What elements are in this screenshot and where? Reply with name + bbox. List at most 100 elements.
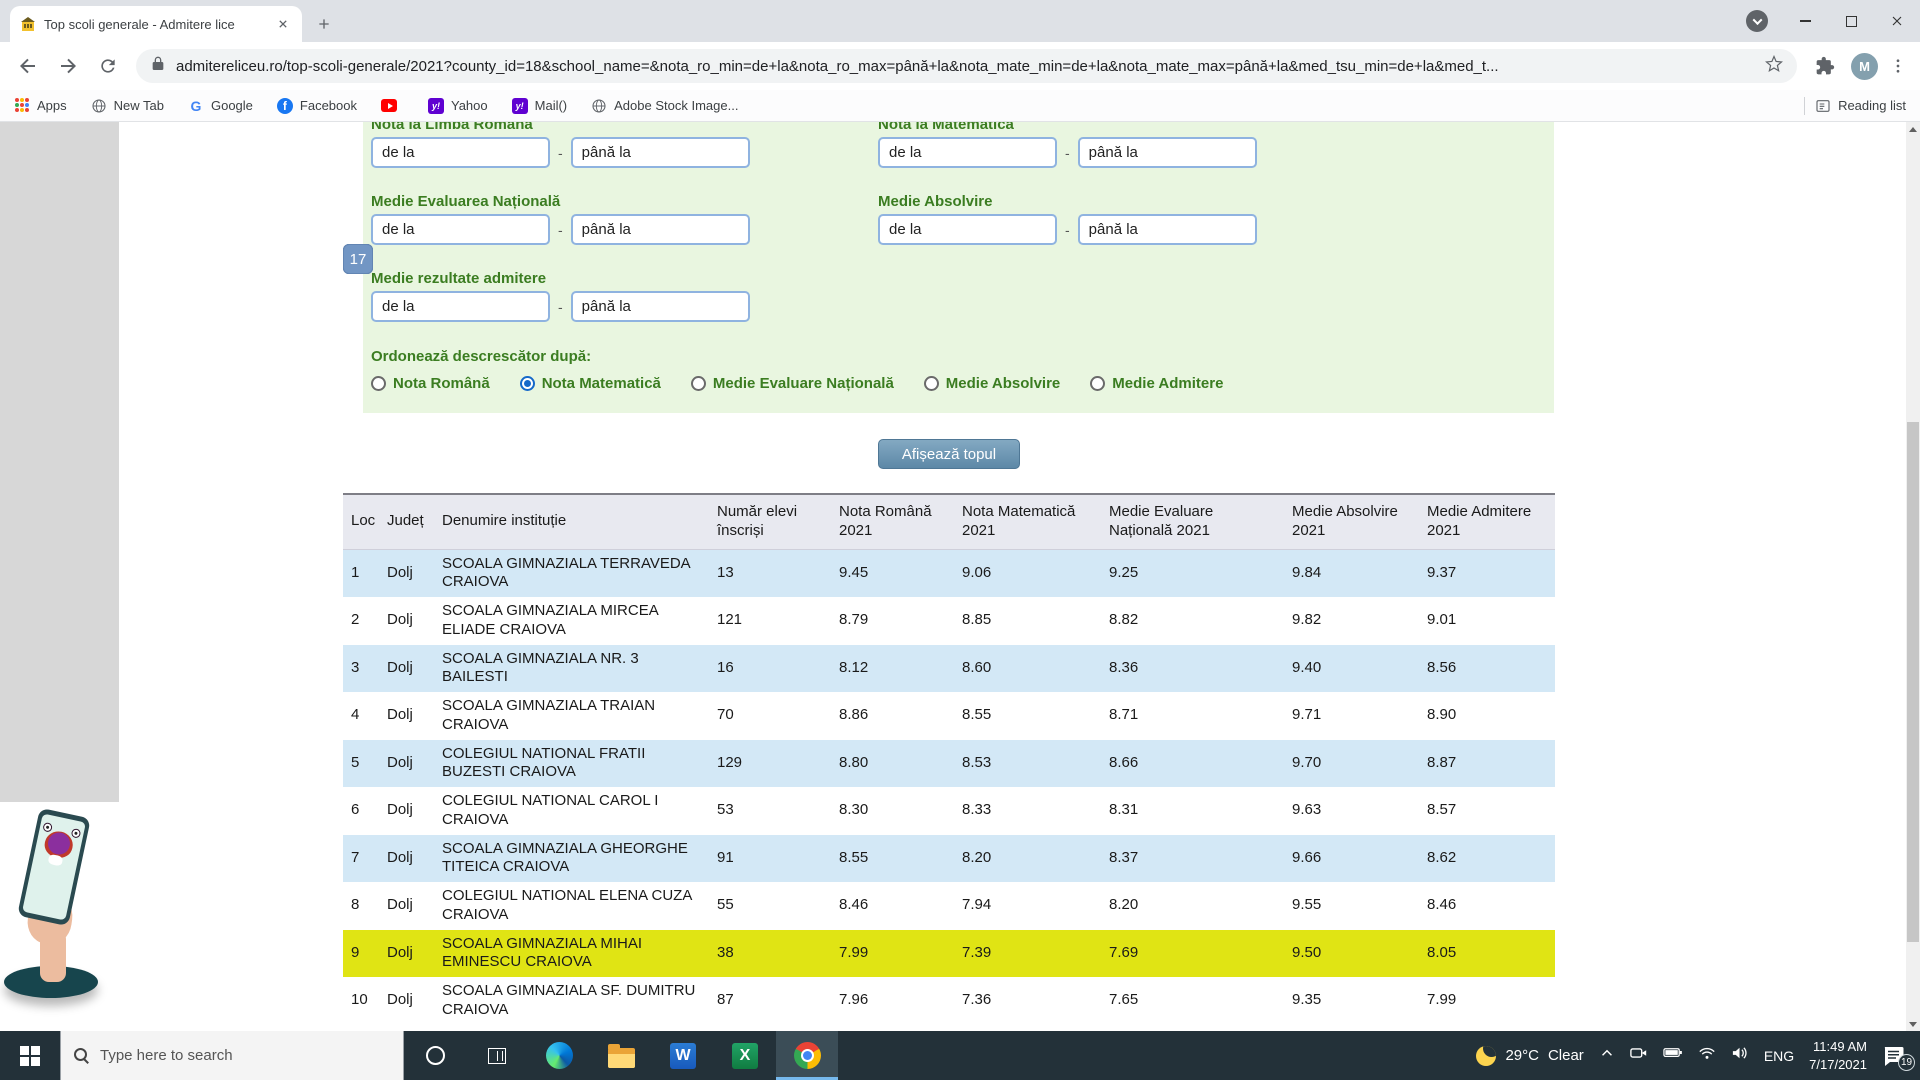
notification-center-button[interactable]: 19 xyxy=(1882,1045,1915,1071)
cortana-button[interactable] xyxy=(404,1031,466,1080)
medie-evaluare-max-input[interactable] xyxy=(570,214,750,245)
extensions-puzzle-icon[interactable] xyxy=(1805,46,1845,86)
close-button[interactable] xyxy=(1874,0,1920,42)
screen: Top scoli generale - Admitere lice admit… xyxy=(0,0,1920,1080)
nota-matematica-max-input[interactable] xyxy=(1077,137,1257,168)
browser-toolbar: admitereliceu.ro/top-scoli-generale/2021… xyxy=(0,42,1920,90)
word-icon: W xyxy=(670,1042,696,1069)
radio-icon xyxy=(1090,376,1106,391)
wifi-icon[interactable] xyxy=(1698,1044,1716,1067)
table-header-row: Loc Județ Denumire instituție Număr elev… xyxy=(343,493,1555,550)
sort-option-medie-absolvire[interactable]: Medie Absolvire xyxy=(923,375,1060,392)
address-bar[interactable]: admitereliceu.ro/top-scoli-generale/2021… xyxy=(136,49,1797,83)
youtube-icon xyxy=(381,98,397,114)
search-placeholder: Type here to search xyxy=(100,1047,233,1064)
scroll-down-icon[interactable] xyxy=(1906,1017,1920,1031)
filter-row-nota: Nota la Limba Română - Nota la Matematic… xyxy=(371,122,1546,168)
taskbar-search[interactable]: Type here to search xyxy=(60,1031,404,1080)
assistant-widget[interactable] xyxy=(4,807,100,1010)
weather-temp: 29°C xyxy=(1505,1047,1539,1064)
sort-option-nota-romana[interactable]: Nota Română xyxy=(371,375,490,392)
filter-label-nota-romana: Nota la Limba Română xyxy=(371,122,533,133)
nota-matematica-min-input[interactable] xyxy=(878,137,1057,168)
table-row: 5 Dolj COLEGIUL NATIONAL FRATII BUZESTI CR… xyxy=(343,739,1555,787)
notification-count-badge: 19 xyxy=(1898,1053,1915,1071)
word-button[interactable]: W xyxy=(652,1031,714,1080)
reading-list-icon xyxy=(1815,98,1831,114)
edge-button[interactable] xyxy=(528,1031,590,1080)
volume-icon[interactable] xyxy=(1731,1044,1749,1067)
bookmark-mail[interactable]: y! Mail() xyxy=(511,97,567,114)
moon-icon xyxy=(1476,1045,1497,1066)
lock-icon[interactable] xyxy=(150,56,166,77)
nota-romana-min-input[interactable] xyxy=(371,137,550,168)
file-explorer-button[interactable] xyxy=(590,1031,652,1080)
show-top-button[interactable]: Afișează topul xyxy=(878,439,1020,469)
radio-icon xyxy=(923,376,939,391)
tray-expand-icon[interactable] xyxy=(1599,1045,1615,1066)
col-loc: Loc xyxy=(343,493,379,550)
start-button[interactable] xyxy=(0,1031,60,1080)
battery-icon[interactable] xyxy=(1663,1043,1683,1068)
cortana-icon xyxy=(425,1046,445,1065)
chrome-button[interactable] xyxy=(776,1031,838,1080)
minimize-button[interactable] xyxy=(1782,0,1828,42)
col-nota-romana: Nota Română 2021 xyxy=(831,493,954,550)
bookmark-yahoo[interactable]: y! Yahoo xyxy=(428,97,488,114)
bookmark-apps[interactable]: Apps xyxy=(14,97,67,114)
page-17-button[interactable]: 17 xyxy=(343,244,373,274)
globe-icon xyxy=(591,98,607,114)
phone-screen xyxy=(22,813,86,921)
medie-absolvire-max-input[interactable] xyxy=(1077,214,1257,245)
clock-date: 7/17/2021 xyxy=(1809,1056,1867,1072)
bookmark-adobe-stock[interactable]: Adobe Stock Image... xyxy=(591,98,738,114)
table-row: 3 Dolj SCOALA GIMNAZIALA NR. 3 BAILESTI 16 8… xyxy=(343,644,1555,692)
chrome-icon xyxy=(793,1042,821,1069)
browser-tab[interactable]: Top scoli generale - Admitere lice xyxy=(10,6,302,42)
sort-option-medie-admitere[interactable]: Medie Admitere xyxy=(1090,375,1223,392)
language-indicator[interactable]: ENG xyxy=(1764,1048,1794,1064)
table-row: 6 Dolj COLEGIUL NATIONAL CAROL I CRAIOVA 53… xyxy=(351,792,1457,828)
scrollbar-thumb[interactable] xyxy=(1907,422,1919,942)
reload-icon[interactable] xyxy=(88,46,128,86)
profile-avatar[interactable]: M xyxy=(1851,52,1878,80)
bookmark-new-tab[interactable]: New Tab xyxy=(91,98,164,114)
task-view-button[interactable] xyxy=(466,1031,528,1080)
bookmark-facebook[interactable]: f Facebook xyxy=(276,97,357,114)
sort-option-nota-matematica[interactable]: Nota Matematică xyxy=(519,375,661,392)
nota-romana-max-input[interactable] xyxy=(570,137,750,168)
new-tab-button[interactable] xyxy=(310,10,338,38)
bookmark-star-icon[interactable] xyxy=(1765,54,1783,78)
bookmark-youtube[interactable] xyxy=(381,98,404,114)
bookmark-google[interactable]: G Google xyxy=(188,98,253,114)
maximize-button[interactable] xyxy=(1828,0,1874,42)
range-separator: - xyxy=(558,144,563,161)
forward-icon[interactable] xyxy=(48,46,88,86)
medie-admitere-max-input[interactable] xyxy=(570,291,750,322)
range-separator: - xyxy=(558,298,563,315)
tab-close-icon[interactable] xyxy=(274,15,292,33)
back-icon[interactable] xyxy=(8,46,48,86)
taskbar-clock[interactable]: 11:49 AM 7/17/2021 xyxy=(1809,1038,1867,1073)
page-scrollbar[interactable] xyxy=(1906,122,1920,1031)
meet-now-icon[interactable] xyxy=(1630,1044,1648,1067)
reading-list-button[interactable]: Reading list xyxy=(1815,98,1906,114)
tab-search-icon[interactable] xyxy=(1746,10,1768,32)
medie-evaluare-min-input[interactable] xyxy=(371,214,550,245)
table-row-highlighted: 9 Dolj SCOALA GIMNAZIALA MIHAI EMINESCU CR… xyxy=(343,929,1555,977)
table-row: 2 Dolj SCOALA GIMNAZIALA MIRCEA ELIADE CRA… xyxy=(351,602,1457,638)
excel-button[interactable]: X xyxy=(714,1031,776,1080)
table-row: 1 Dolj SCOALA GIMNAZIALA TERRAVEDA CRAIOVA… xyxy=(343,549,1555,597)
left-gutter xyxy=(0,122,119,802)
facebook-icon: f xyxy=(276,97,293,114)
radio-icon xyxy=(690,376,706,391)
medie-admitere-min-input[interactable] xyxy=(371,291,550,322)
divider xyxy=(1804,96,1806,115)
radio-icon xyxy=(371,376,386,391)
menu-kebab-icon[interactable] xyxy=(1884,46,1912,86)
sort-option-medie-evaluare[interactable]: Medie Evaluare Națională xyxy=(690,375,894,392)
weather-widget[interactable]: 29°C Clear xyxy=(1476,1045,1584,1066)
tab-title: Top scoli generale - Admitere lice xyxy=(44,16,235,32)
scroll-up-icon[interactable] xyxy=(1906,122,1920,136)
medie-absolvire-min-input[interactable] xyxy=(878,214,1057,245)
